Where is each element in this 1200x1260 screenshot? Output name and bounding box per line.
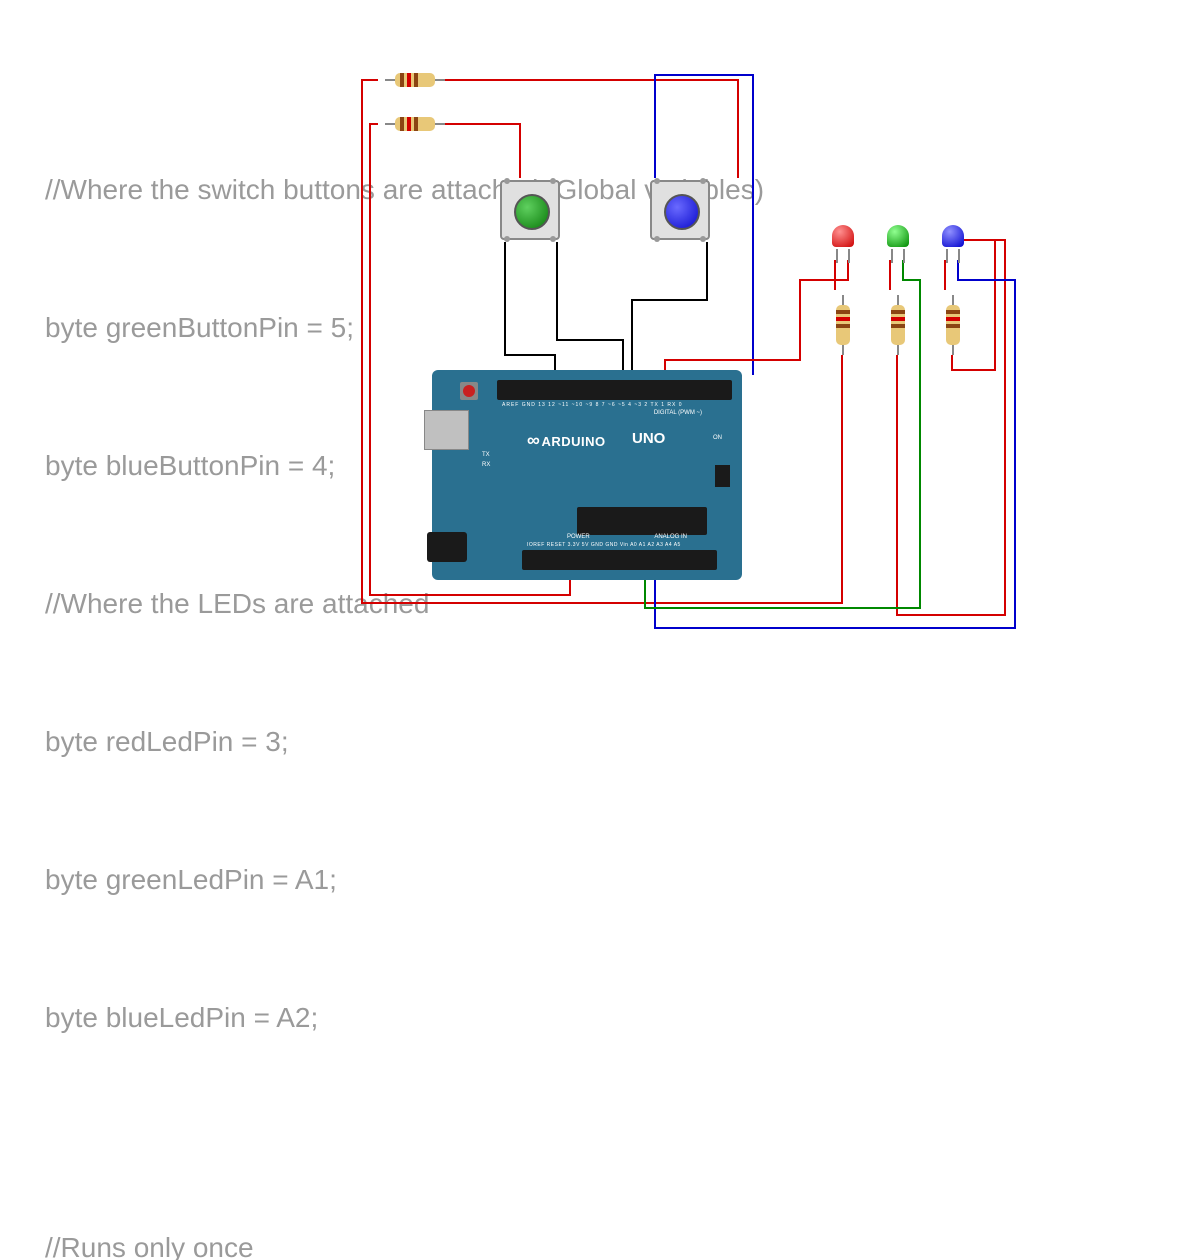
button-pin [654, 236, 660, 242]
resistor-band [946, 310, 960, 314]
button-pin [550, 178, 556, 184]
arduino-uno-board[interactable]: ∞ ARDUINO UNO DIGITAL (PWM ~) POWER ANAL… [432, 370, 742, 580]
analog-section-label: ANALOG IN [654, 534, 687, 540]
button-cap-icon [514, 194, 550, 230]
resistor-band [400, 117, 404, 131]
resistor-band [400, 73, 404, 87]
infinity-icon: ∞ [527, 430, 538, 450]
tx-rx-leds: TX RX [482, 450, 490, 470]
power-analog-pin-header[interactable] [522, 550, 717, 570]
brand-text: ARDUINO [541, 434, 605, 449]
on-led-label: ON [713, 435, 722, 441]
led-legs [836, 249, 850, 263]
resistor-band [414, 73, 418, 87]
code-line: byte greenLedPin = A1; [45, 857, 764, 903]
resistor-band [414, 117, 418, 131]
digital-pin-header[interactable] [497, 380, 732, 400]
arduino-logo: ∞ ARDUINO [527, 430, 606, 451]
led-resistor-blue[interactable] [946, 305, 960, 345]
led-legs [946, 249, 960, 263]
resistor-band [891, 310, 905, 314]
blue-led[interactable] [942, 225, 964, 255]
pullup-resistor-1[interactable] [395, 73, 435, 87]
button-pin [654, 178, 660, 184]
digital-pin-labels: AREF GND 13 12 ~11 ~10 ~9 8 7 ~6 ~5 4 ~3… [502, 402, 683, 408]
usb-port [424, 410, 469, 450]
circuit-diagram: ∞ ARDUINO UNO DIGITAL (PWM ~) POWER ANAL… [0, 0, 1200, 630]
code-line: byte redLedPin = 3; [45, 719, 764, 765]
button-cap-icon [664, 194, 700, 230]
button-pin [700, 178, 706, 184]
resistor-band [836, 324, 850, 328]
led-bulb-icon [942, 225, 964, 247]
resistor-band [946, 317, 960, 321]
resistor-band [946, 324, 960, 328]
resistor-band [836, 310, 850, 314]
red-led[interactable] [832, 225, 854, 255]
icsp-header [715, 465, 730, 487]
digital-section-label: DIGITAL (PWM ~) [654, 410, 702, 416]
button-pin [504, 236, 510, 242]
led-resistor-green[interactable] [891, 305, 905, 345]
code-line: //Runs only once [45, 1225, 764, 1260]
button-pin [550, 236, 556, 242]
pullup-resistor-2[interactable] [395, 117, 435, 131]
resistor-band [407, 117, 411, 131]
led-bulb-icon [832, 225, 854, 247]
led-resistor-red[interactable] [836, 305, 850, 345]
button-pin [700, 236, 706, 242]
reset-button[interactable] [460, 382, 478, 400]
led-legs [891, 249, 905, 263]
green-pushbutton[interactable] [500, 180, 560, 240]
button-pin [504, 178, 510, 184]
blue-pushbutton[interactable] [650, 180, 710, 240]
power-analog-pin-labels: IOREF RESET 3.3V 5V GND GND Vin A0 A1 A2… [527, 542, 681, 548]
atmega-chip [577, 507, 707, 535]
model-label: UNO [632, 430, 665, 447]
power-section-label: POWER [567, 534, 590, 540]
rx-label: RX [482, 460, 490, 470]
green-led[interactable] [887, 225, 909, 255]
power-jack [427, 532, 467, 562]
resistor-band [836, 317, 850, 321]
code-line: byte blueLedPin = A2; [45, 995, 764, 1041]
resistor-band [891, 317, 905, 321]
resistor-band [407, 73, 411, 87]
led-bulb-icon [887, 225, 909, 247]
tx-label: TX [482, 450, 490, 460]
resistor-band [891, 324, 905, 328]
